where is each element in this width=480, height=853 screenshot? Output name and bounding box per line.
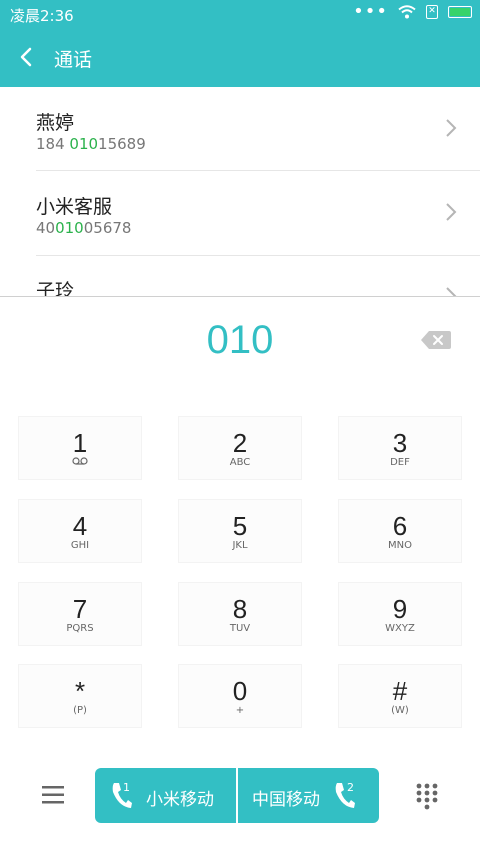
key-3[interactable]: 3 DEF xyxy=(338,416,462,480)
backspace-icon xyxy=(421,331,451,349)
contact-number: 184 01015689 xyxy=(36,135,146,153)
dialed-number-display: 010 xyxy=(206,318,274,362)
key-9[interactable]: 9 WXYZ xyxy=(338,582,462,646)
key-8[interactable]: 8 TUV xyxy=(178,582,302,646)
key-hash[interactable]: # (W) xyxy=(338,664,462,728)
key-4[interactable]: 4 GHI xyxy=(18,499,142,563)
voicemail-icon xyxy=(19,457,141,469)
contact-row[interactable]: 燕婷 184 01015689 xyxy=(0,87,480,171)
sim-number: 2 xyxy=(347,781,354,794)
number-match-highlight: 010 xyxy=(69,135,99,153)
call-sim2-button[interactable]: 中国移动 2 xyxy=(237,768,379,823)
no-sim-icon: ✕ xyxy=(426,5,438,19)
key-5[interactable]: 5 JKL xyxy=(178,499,302,563)
results-border xyxy=(0,296,480,297)
chevron-left-icon xyxy=(20,47,32,67)
status-icons: ••• ✕ xyxy=(353,1,472,22)
more-dots-icon: ••• xyxy=(353,1,388,22)
key-0[interactable]: 0 + xyxy=(178,664,302,728)
key-2[interactable]: 2 ABC xyxy=(178,416,302,480)
key-star[interactable]: * (P) xyxy=(18,664,142,728)
contact-name: 小米客服 xyxy=(36,196,113,218)
dialpad-grid-icon xyxy=(416,783,438,810)
call-sim1-button[interactable]: 1 小米移动 xyxy=(95,768,237,823)
title-bar: 通话 xyxy=(0,28,480,87)
status-bar: 凌晨2:36 ••• ✕ xyxy=(0,0,480,28)
status-time: 凌晨2:36 xyxy=(10,7,74,25)
key-1[interactable]: 1 xyxy=(18,416,142,480)
contact-row[interactable]: 子玲 xyxy=(0,255,480,297)
call-label: 小米移动 xyxy=(146,790,214,810)
contact-results-list: 燕婷 184 01015689 小米客服 4001005678 子玲 xyxy=(0,87,480,297)
sim-number: 1 xyxy=(123,781,130,794)
call-label: 中国移动 xyxy=(252,790,320,810)
wifi-icon xyxy=(398,5,416,19)
battery-icon xyxy=(448,6,472,18)
chevron-right-icon xyxy=(446,203,457,221)
menu-button[interactable] xyxy=(40,782,66,808)
keypad-toggle-button[interactable] xyxy=(414,782,440,810)
contact-name: 子玲 xyxy=(36,280,75,297)
page-title: 通话 xyxy=(54,49,93,71)
contact-row[interactable]: 小米客服 4001005678 xyxy=(0,171,480,255)
menu-icon xyxy=(42,786,64,804)
number-match-highlight: 010 xyxy=(55,219,84,237)
contact-name: 燕婷 xyxy=(36,112,75,134)
app-header-area: 凌晨2:36 ••• ✕ 通话 xyxy=(0,0,480,87)
call-button-group: 1 小米移动 中国移动 2 xyxy=(95,768,379,823)
back-button[interactable] xyxy=(12,42,40,72)
key-6[interactable]: 6 MNO xyxy=(338,499,462,563)
contact-number: 4001005678 xyxy=(36,219,132,237)
chevron-right-icon xyxy=(446,119,457,137)
backspace-button[interactable] xyxy=(420,329,452,355)
key-7[interactable]: 7 PQRS xyxy=(18,582,142,646)
